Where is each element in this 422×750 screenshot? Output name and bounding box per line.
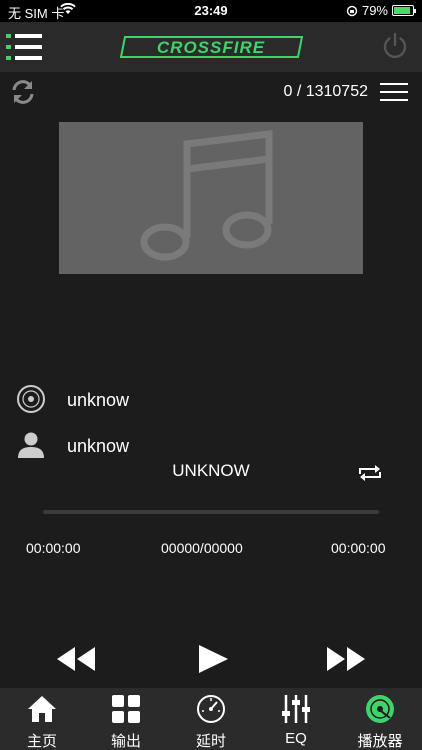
total-time: 00:00:00 [331,540,386,556]
music-note-icon [140,130,273,261]
power-icon[interactable] [380,31,410,61]
tab-home-label: 主页 [26,733,57,750]
status-bar: 无 SIM 卡 23:49 79% [0,0,422,22]
elapsed-time: 00:00:00 [26,540,81,556]
playlist-icon[interactable] [380,82,408,102]
artist-row: unknow [16,430,316,460]
disc-icon [17,385,45,413]
album-name: unknow [67,390,130,410]
fast-forward-button[interactable] [325,644,367,674]
tab-home[interactable]: 主页 [0,688,84,750]
tab-bar: 主页 输出 延时 EQ 播放器 [0,688,422,750]
tab-player-label: 播放器 [357,733,403,750]
tab-output[interactable]: 输出 [84,688,168,750]
album-art [59,122,363,274]
grid-icon [112,695,140,723]
tab-delay[interactable]: 延时 [169,688,253,750]
progress-bar[interactable] [43,510,379,514]
rewind-button[interactable] [55,644,97,674]
tab-eq-label: EQ [285,730,307,747]
track-position: 00000/00000 [161,540,243,556]
timer-icon [197,695,225,723]
track-counter: 0 / 1310752 [283,83,368,100]
battery-icon [392,5,416,16]
player-disc-icon [366,695,394,723]
tab-delay-label: 延时 [195,733,226,750]
battery-percent: 79% [361,3,388,18]
album-row: unknow [16,384,316,414]
top-bar: CROSSFIRE [0,22,422,72]
tab-player[interactable]: 播放器 [338,688,422,750]
crossfire-logo: CROSSFIRE [119,36,304,58]
tab-output-label: 输出 [110,733,141,750]
tab-eq[interactable]: EQ [254,688,338,750]
person-icon [18,432,44,458]
artist-name: unknow [67,436,130,456]
repeat-icon[interactable] [357,463,383,483]
equalizer-icon [282,695,310,723]
home-icon [28,696,56,722]
menu-icon[interactable] [6,32,44,62]
play-button[interactable] [197,644,229,674]
refresh-icon[interactable] [10,79,36,105]
orientation-lock-icon [346,5,358,16]
svg-text:CROSSFIRE: CROSSFIRE [157,38,265,57]
